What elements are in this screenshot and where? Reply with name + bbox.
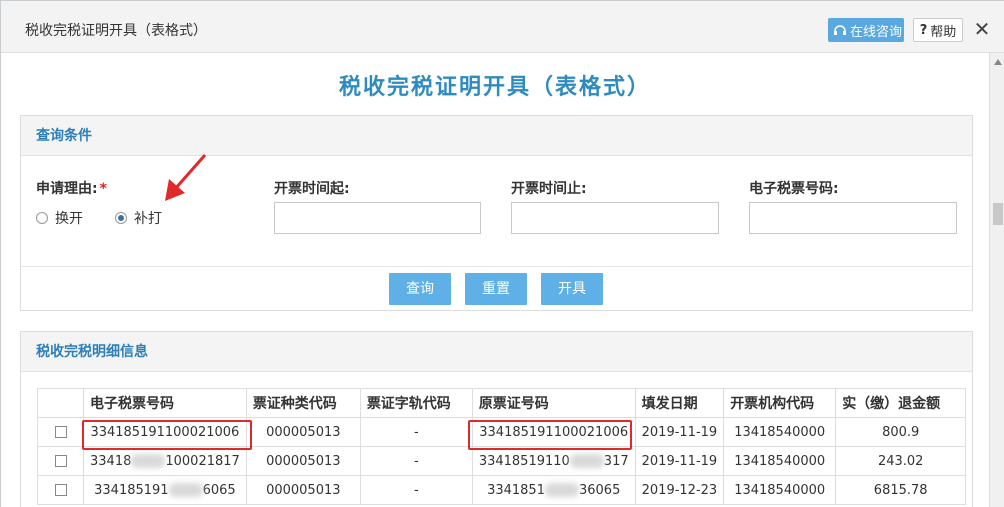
redaction-blur: [131, 454, 166, 468]
column-header: 实（缴）退金额: [835, 388, 967, 418]
amount-cell: 6815.78: [835, 475, 967, 505]
column-header: 票证种类代码: [245, 388, 361, 418]
panel-divider: [21, 266, 972, 267]
page-title: 税收完税证明开具（表格式）: [338, 74, 651, 100]
end-time-input[interactable]: [511, 202, 719, 234]
dialog-window: 税收完税证明开具（表格式） 在线咨询 ? 帮助 ✕ 税收完税证明开具（表格式） …: [0, 0, 1004, 507]
radio-reprint[interactable]: 补打: [115, 208, 162, 228]
vertical-scrollbar[interactable]: [989, 53, 1004, 507]
radio-exchange[interactable]: 换开: [36, 208, 83, 228]
query-panel-title: 查询条件: [21, 116, 972, 156]
ticket-number-cell: 33418 100021817: [83, 446, 247, 476]
radio-reprint-label: 补打: [134, 211, 162, 227]
column-header: 填发日期: [634, 388, 725, 418]
org-code-cell: 13418540000: [723, 417, 837, 447]
column-header: 电子税票号码: [83, 388, 247, 418]
start-time-label: 开票时间起:: [274, 181, 350, 197]
required-mark: *: [99, 181, 107, 197]
detail-panel-title: 税收完税明细信息: [21, 332, 972, 372]
query-button[interactable]: 查询: [389, 273, 451, 305]
row-checkbox[interactable]: [54, 426, 67, 438]
table-header-row: 电子税票号码 票证种类代码 票证字轨代码 原票证号码 填发日期 开票机构代码 实…: [37, 388, 967, 418]
ticket-number-input[interactable]: [749, 202, 957, 234]
question-icon: ?: [919, 22, 928, 38]
ticket-kind-cell: 000005013: [245, 417, 361, 447]
issue-date-cell: 2019-11-19: [634, 417, 725, 447]
row-checkbox[interactable]: [54, 484, 67, 496]
headset-icon: [834, 25, 846, 35]
online-consult-label: 在线咨询: [850, 24, 903, 40]
ticket-track-cell: -: [359, 446, 473, 476]
title-bar: 税收完税证明开具（表格式） 在线咨询 ? 帮助 ✕: [1, 1, 1004, 53]
ticket-kind-cell: 000005013: [245, 475, 361, 505]
start-time-input[interactable]: [274, 202, 481, 234]
original-number-cell: 33418519110 317: [471, 446, 636, 476]
issue-date-cell: 2019-11-19: [634, 446, 725, 476]
query-panel: 查询条件 申请理由: * 换开 补打 开票时间起: 开票时间止: 电子税票号码: …: [20, 115, 973, 311]
ticket-track-cell: -: [359, 475, 473, 505]
scroll-thumb[interactable]: [993, 203, 1003, 225]
redaction-blur: [168, 483, 203, 497]
table-row[interactable]: 33418 100021817 000005013 - 33418519110 31…: [37, 446, 967, 476]
scroll-up-icon[interactable]: [994, 59, 1002, 65]
redaction-blur: [544, 483, 579, 497]
ticket-number-cell: 334185191 6065: [83, 475, 247, 505]
end-time-label: 开票时间止:: [511, 181, 587, 197]
ticket-kind-cell: 000005013: [245, 446, 361, 476]
radio-exchange-label: 换开: [55, 211, 83, 227]
row-select-cell[interactable]: [37, 417, 84, 447]
radio-circle-icon: [36, 212, 48, 224]
highlight-box: [468, 420, 632, 450]
reason-label: 申请理由: *: [36, 181, 107, 197]
org-code-cell: 13418540000: [723, 446, 837, 476]
dialog-content: 税收完税证明开具（表格式） 查询条件 申请理由: * 换开 补打 开票时间起: 开…: [1, 53, 989, 507]
reset-button[interactable]: 重置: [465, 273, 527, 305]
row-select-cell[interactable]: [37, 446, 84, 476]
amount-cell: 800.9: [835, 417, 967, 447]
highlight-box: [82, 420, 252, 450]
annotation-arrow-icon: [165, 154, 207, 201]
help-button[interactable]: ? 帮助: [913, 18, 963, 42]
table-row[interactable]: 334185191 6065 000005013 - 3341851 36065 2…: [37, 475, 967, 505]
org-code-cell: 13418540000: [723, 475, 837, 505]
row-checkbox[interactable]: [54, 455, 67, 467]
row-select-cell[interactable]: [37, 475, 84, 505]
original-number-cell: 3341851 36065: [471, 475, 636, 505]
help-label: 帮助: [930, 24, 957, 40]
issue-button[interactable]: 开具: [541, 273, 603, 305]
column-header: 票证字轨代码: [359, 388, 473, 418]
column-header: 开票机构代码: [723, 388, 837, 418]
issue-date-cell: 2019-12-23: [634, 475, 725, 505]
detail-panel: 税收完税明细信息 电子税票号码 票证种类代码 票证字轨代码 原票证号码 填发日期…: [20, 331, 973, 507]
redaction-blur: [569, 454, 604, 468]
ticket-track-cell: -: [359, 417, 473, 447]
radio-selected-icon: [115, 212, 127, 224]
window-title: 税收完税证明开具（表格式）: [25, 23, 207, 39]
close-icon[interactable]: ✕: [972, 18, 992, 40]
amount-cell: 243.02: [835, 446, 967, 476]
select-column-header: [37, 388, 84, 418]
online-consult-button[interactable]: 在线咨询: [828, 18, 904, 42]
ticket-number-label: 电子税票号码:: [749, 181, 839, 197]
column-header: 原票证号码: [471, 388, 636, 418]
